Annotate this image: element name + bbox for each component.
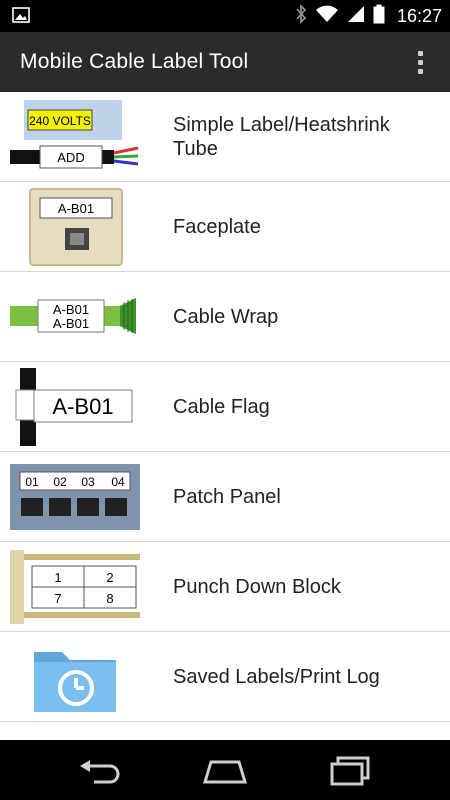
- recent-apps-icon[interactable]: [326, 754, 374, 788]
- thumb-add: ADD: [57, 150, 84, 165]
- punch-down-block-title: Punch Down Block: [173, 576, 341, 598]
- patch-panel-thumbnail: 01 02 03 04: [10, 458, 140, 536]
- thumb-block-1: 1: [54, 570, 61, 585]
- list-item-cable-flag[interactable]: A-B01 Cable Flag: [0, 362, 450, 452]
- status-time: 16:27: [396, 5, 442, 26]
- bluetooth-icon: [295, 3, 307, 29]
- folder-clock-icon: [10, 638, 140, 716]
- simple-label-thumbnail: 240 VOLTS ADD: [10, 98, 140, 176]
- status-icons: 16:27: [295, 0, 442, 32]
- thumb-block-8: 8: [106, 591, 113, 606]
- thumb-wrap-text-1: A-B01: [53, 302, 89, 317]
- cable-wrap-title: Cable Wrap: [173, 306, 279, 328]
- thumb-flag-text: A-B01: [52, 394, 113, 419]
- list-item-saved-labels[interactable]: Saved Labels/Print Log: [0, 632, 450, 722]
- cable-flag-title: Cable Flag: [173, 396, 270, 418]
- overflow-menu-icon[interactable]: [408, 46, 432, 78]
- battery-icon: [373, 4, 385, 29]
- thumb-wrap-text-2: A-B01: [53, 316, 89, 331]
- punch-down-block-thumbnail: 1 2 7 8: [10, 548, 140, 626]
- thumb-port-02: 02: [53, 475, 67, 489]
- signal-icon: [347, 5, 365, 28]
- wifi-icon: [315, 5, 339, 28]
- list-item-patch-panel[interactable]: 01 02 03 04 Patch Panel: [0, 452, 450, 542]
- thumb-240-volts: 240 VOLTS: [29, 114, 91, 128]
- home-icon[interactable]: [201, 754, 249, 788]
- list-item-punch-down-block[interactable]: 1 2 7 8 Punch Down Block: [0, 542, 450, 632]
- thumb-block-7: 7: [54, 591, 61, 606]
- status-bar: 16:27: [0, 0, 450, 32]
- thumb-port-04: 04: [111, 475, 125, 489]
- patch-panel-title: Patch Panel: [173, 486, 281, 508]
- label-type-list: 240 VOLTS ADD Simple Label/Heatshrink Tu…: [0, 92, 450, 740]
- app-title: Mobile Cable Label Tool: [20, 50, 249, 73]
- thumb-port-01: 01: [25, 475, 39, 489]
- list-item-cable-wrap[interactable]: A-B01 A-B01 Cable Wrap: [0, 272, 450, 362]
- faceplate-thumbnail: A-B01: [10, 188, 140, 266]
- thumb-port-03: 03: [81, 475, 95, 489]
- cable-flag-thumbnail: A-B01: [10, 368, 140, 446]
- faceplate-title: Faceplate: [173, 216, 261, 238]
- image-notification-icon: [12, 7, 30, 28]
- list-item-simple-label[interactable]: 240 VOLTS ADD Simple Label/Heatshrink Tu…: [0, 92, 450, 182]
- simple-label-title: Simple Label/Heatshrink Tube: [173, 114, 390, 160]
- cable-wrap-thumbnail: A-B01 A-B01: [10, 278, 140, 356]
- list-item-faceplate[interactable]: A-B01 Faceplate: [0, 182, 450, 272]
- thumb-block-2: 2: [106, 570, 113, 585]
- navigation-bar: [0, 740, 450, 800]
- action-bar: Mobile Cable Label Tool: [0, 32, 450, 93]
- back-icon[interactable]: [76, 754, 124, 788]
- thumb-faceplate-text: A-B01: [58, 201, 94, 216]
- saved-labels-title: Saved Labels/Print Log: [173, 666, 380, 688]
